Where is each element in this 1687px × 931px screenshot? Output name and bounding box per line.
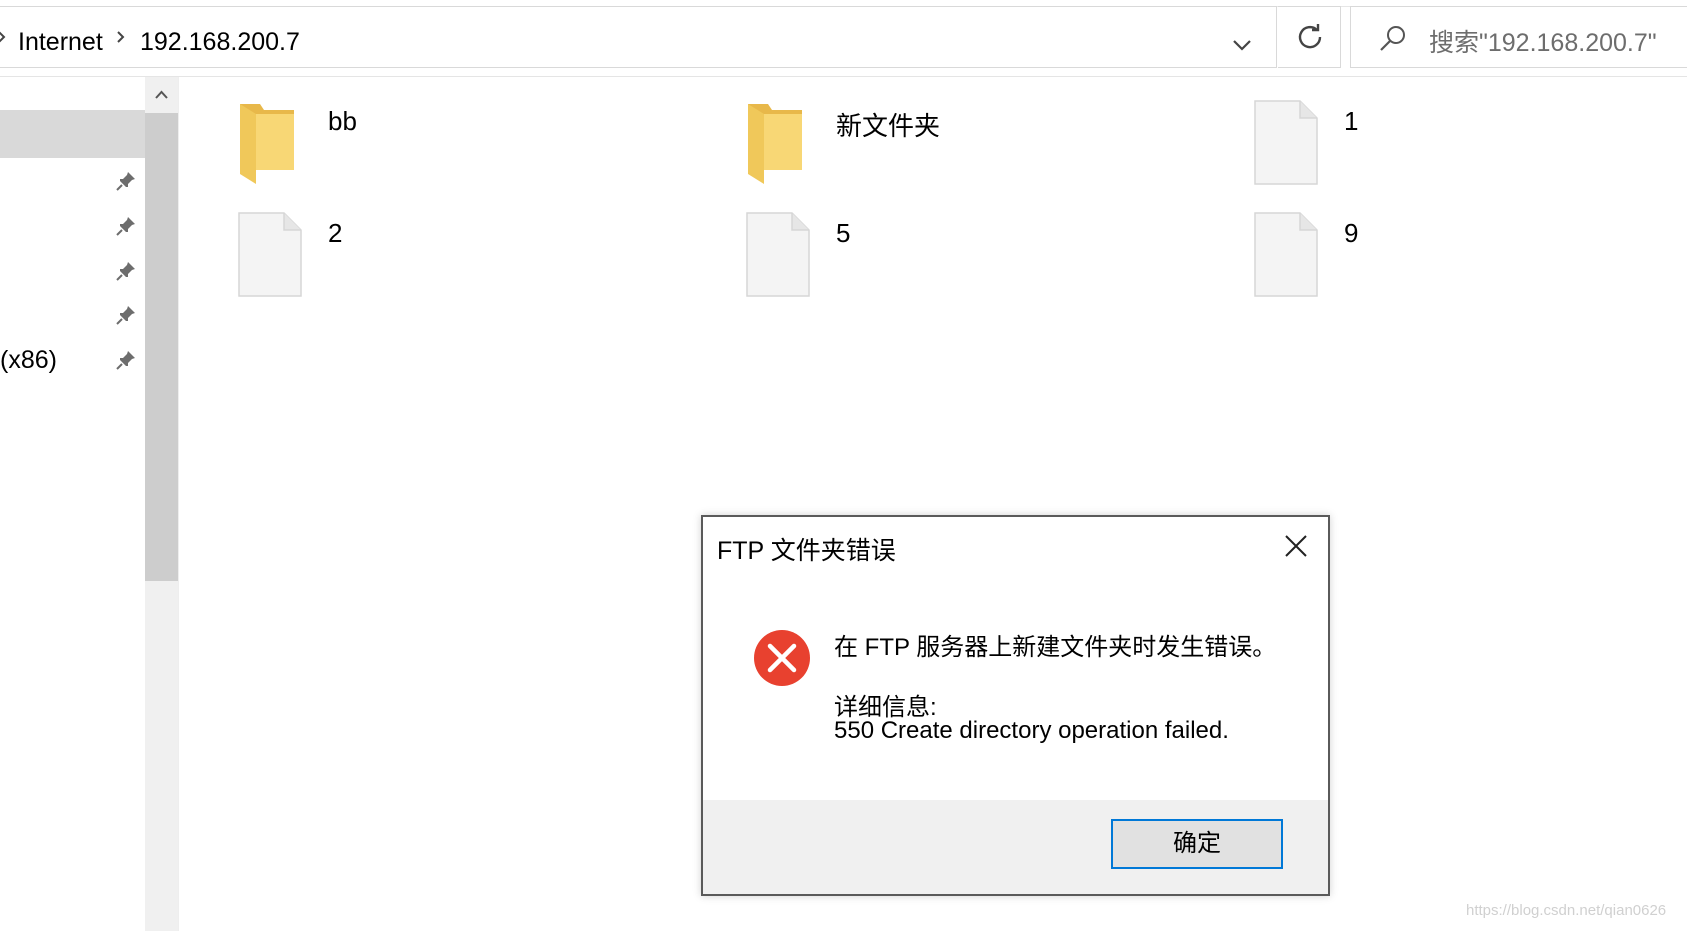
ftp-error-dialog: FTP 文件夹错误 在 FTP 服务器上新建文件夹时发生错误。 详细信息: 55… [701,515,1330,896]
document-icon [1254,212,1318,297]
search-box[interactable]: 搜索"192.168.200.7" [1350,6,1687,68]
refresh-icon [1298,24,1322,49]
file-name: 1 [1344,106,1359,136]
ok-button[interactable]: 确定 [1111,819,1283,869]
file-item-1[interactable]: 1 [1254,100,1654,196]
pin-icon[interactable] [114,303,138,327]
nav-item[interactable] [0,204,145,248]
file-item-5[interactable]: 5 [746,212,1146,308]
address-dropdown-icon[interactable] [1222,25,1262,65]
nav-item[interactable] [0,159,145,203]
file-name: 5 [836,218,851,248]
dialog-details: 550 Create directory operation failed. [834,717,1229,744]
folder-item-bb[interactable]: bb [238,100,638,196]
breadcrumb-internet[interactable]: Internet [18,27,103,57]
nav-item-label: (x86) [0,346,57,374]
document-icon [746,212,810,297]
pin-icon[interactable] [114,348,138,372]
pin-icon[interactable] [114,259,138,283]
watermark: https://blog.csdn.net/qian0626 [1466,902,1667,919]
dialog-message: 在 FTP 服务器上新建文件夹时发生错误。 [834,634,1277,661]
pin-icon[interactable] [114,214,138,238]
folder-icon [748,104,802,184]
folder-icon [240,104,294,184]
scroll-up-arrow-icon[interactable] [145,77,178,113]
search-icon [1380,26,1405,51]
chevron-right-icon[interactable] [114,25,128,49]
address-bar[interactable]: Internet 192.168.200.7 [0,6,1277,68]
search-placeholder: 搜索"192.168.200.7" [1429,29,1657,57]
folder-item-new-folder[interactable]: 新文件夹 [746,100,1146,196]
toolbar-divider [0,76,1687,77]
dialog-footer: 确定 [703,800,1328,894]
chevron-right-icon[interactable] [0,25,12,49]
error-icon [754,630,810,686]
nav-item[interactable] [0,249,145,293]
nav-item-selected[interactable] [0,110,145,158]
breadcrumb-host[interactable]: 192.168.200.7 [140,27,300,57]
close-icon[interactable] [1281,531,1311,561]
file-name: bb [328,106,357,136]
file-name: 2 [328,218,343,248]
refresh-button[interactable] [1278,6,1341,68]
dialog-title: FTP 文件夹错误 [717,537,896,565]
document-icon [1254,100,1318,185]
document-icon [238,212,302,297]
nav-scrollbar[interactable] [145,77,178,931]
file-item-2[interactable]: 2 [238,212,638,308]
navigation-pane: (x86) [0,77,145,931]
pane-divider [178,77,179,931]
file-name: 新文件夹 [836,111,941,141]
nav-item[interactable] [0,293,145,337]
scrollbar-thumb[interactable] [145,113,178,581]
file-name: 9 [1344,218,1359,248]
pin-icon[interactable] [114,169,138,193]
file-item-9[interactable]: 9 [1254,212,1654,308]
nav-item-x86[interactable]: (x86) [0,338,145,382]
